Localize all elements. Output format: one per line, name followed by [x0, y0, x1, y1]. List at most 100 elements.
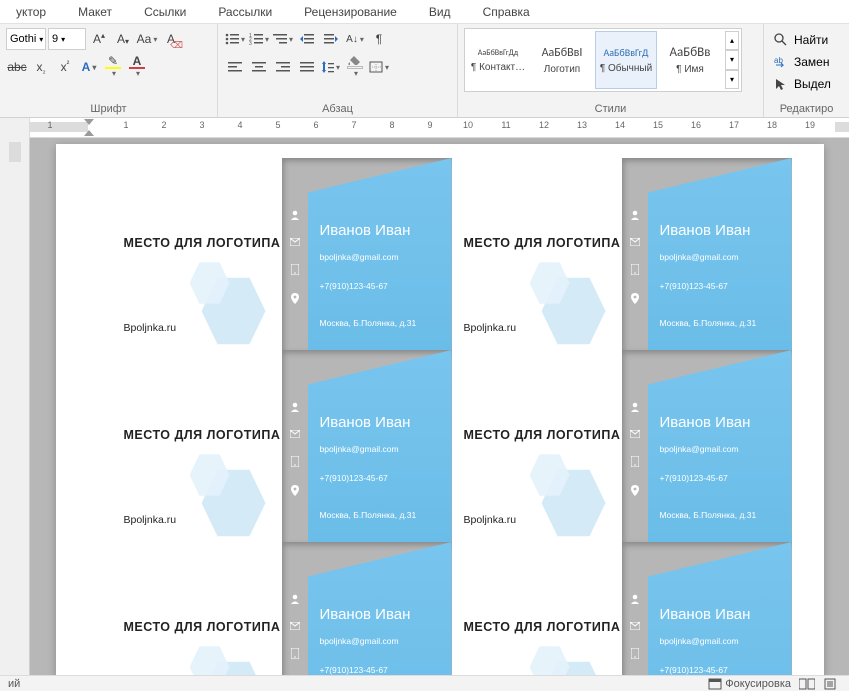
font-name-select[interactable]: Gothi▾ — [6, 28, 46, 50]
pin-icon — [291, 485, 299, 496]
user-icon — [290, 402, 300, 412]
contact-phone: +7(910)123-45-67 — [660, 473, 728, 483]
font-size-select[interactable]: 9▾ — [48, 28, 86, 50]
card-back[interactable]: Иванов Иван bpoljnka@gmail.com +7(910)123-… — [282, 158, 452, 350]
style-item-1[interactable]: АаБбВвІЛоготип — [531, 31, 593, 89]
card-back[interactable]: Иванов Иванbpoljnka@gmail.com+7(910)123-… — [282, 350, 452, 542]
contact-phone: +7(910)123-45-67 — [660, 281, 728, 291]
vertical-ruler[interactable] — [0, 138, 30, 675]
mail-icon — [290, 430, 300, 438]
align-center-button[interactable] — [248, 56, 270, 78]
align-left-button[interactable] — [224, 56, 246, 78]
card-back[interactable]: Иванов Иванbpoljnka@gmail.com+7(910)123-… — [622, 350, 792, 542]
indent-marker-top[interactable] — [84, 119, 94, 125]
contact-email: bpoljnka@gmail.com — [660, 444, 739, 454]
contact-email: bpoljnka@gmail.com — [660, 252, 739, 262]
pin-icon — [631, 293, 639, 304]
card-front[interactable]: МЕСТО ДЛЯ ЛОГОТИПАBpoljnka.ru — [452, 350, 622, 542]
group-editing: Найти abЗамен Выдел Редактиро — [764, 24, 849, 117]
strike-button[interactable]: abc — [6, 56, 28, 78]
pin-icon — [631, 485, 639, 496]
card-front[interactable]: МЕСТО ДЛЯ ЛОГОТИПАBpoljnka.ru — [112, 158, 282, 350]
page[interactable]: МЕСТО ДЛЯ ЛОГОТИПАBpoljnka.ru Иванов Иван… — [56, 144, 824, 675]
find-button[interactable]: Найти — [774, 30, 831, 50]
cards-grid: МЕСТО ДЛЯ ЛОГОТИПАBpoljnka.ru Иванов Иван… — [112, 158, 792, 675]
group-paragraph: 123 A↓ ¶ Абзац — [218, 24, 458, 117]
mail-icon — [290, 622, 300, 630]
contact-name: Иванов Иван — [320, 222, 411, 239]
phone-icon — [291, 648, 299, 659]
bullets-button[interactable] — [224, 28, 246, 50]
phone-icon — [631, 456, 639, 467]
contact-addr: Москва, Б.Полянка, д.31 — [320, 510, 417, 520]
tab-review[interactable]: Рецензирование — [288, 0, 413, 23]
change-case-button[interactable]: Aa — [136, 28, 158, 50]
user-icon — [630, 402, 640, 412]
outdent-button[interactable] — [296, 28, 318, 50]
phone-icon — [631, 648, 639, 659]
contact-email: bpoljnka@gmail.com — [320, 252, 399, 262]
select-button[interactable]: Выдел — [774, 74, 831, 94]
sort-button[interactable]: A↓ — [344, 28, 366, 50]
user-icon — [290, 210, 300, 220]
group-label-font: Шрифт — [6, 101, 211, 115]
mail-icon — [630, 622, 640, 630]
ribbon-tabs: уктор Макет Ссылки Рассылки Рецензирован… — [0, 0, 849, 24]
borders-button[interactable] — [368, 56, 390, 78]
text-effects-button[interactable]: A — [78, 56, 100, 78]
indent-button[interactable] — [320, 28, 342, 50]
style-item-3[interactable]: АаБбВв¶ Имя — [659, 31, 721, 89]
focus-mode-button[interactable]: Фокусировка — [708, 678, 791, 690]
shrink-font-button[interactable]: A▾ — [112, 28, 134, 50]
card-back[interactable]: Иванов Иванbpoljnka@gmail.com+7(910)123-… — [622, 542, 792, 675]
tab-mailings[interactable]: Рассылки — [202, 0, 288, 23]
card-front[interactable]: МЕСТО ДЛЯ ЛОГОТИПАBpoljnka.ru — [112, 350, 282, 542]
tab-layout[interactable]: Макет — [62, 0, 128, 23]
numbering-button[interactable]: 123 — [248, 28, 270, 50]
styles-gallery[interactable]: АаБбВвГгДд¶ Контакт…АаБбВвІЛоготипАаБбВв… — [464, 28, 742, 92]
highlight-button[interactable]: ✎ — [102, 56, 124, 78]
align-right-button[interactable] — [272, 56, 294, 78]
view-read-button[interactable] — [799, 678, 815, 690]
status-bar: ий Фокусировка — [0, 675, 849, 691]
contact-phone: +7(910)123-45-67 — [320, 281, 388, 291]
multilevel-button[interactable] — [272, 28, 294, 50]
tab-links[interactable]: Ссылки — [128, 0, 202, 23]
group-label-styles: Стили — [464, 101, 757, 115]
card-front[interactable]: МЕСТО ДЛЯ ЛОГОТИПАBpoljnka.ru — [112, 542, 282, 675]
tab-help[interactable]: Справка — [467, 0, 546, 23]
contact-name: Иванов Иван — [660, 222, 751, 239]
line-spacing-button[interactable] — [320, 56, 342, 78]
logo-placeholder-text: МЕСТО ДЛЯ ЛОГОТИПА — [124, 620, 281, 634]
card-front[interactable]: МЕСТО ДЛЯ ЛОГОТИПАBpoljnka.ru — [452, 158, 622, 350]
pin-icon — [291, 293, 299, 304]
tab-constructor[interactable]: уктор — [0, 0, 62, 23]
card-pair: МЕСТО ДЛЯ ЛОГОТИПАBpoljnka.ruИванов Иван… — [112, 542, 452, 675]
logo-placeholder-text: МЕСТО ДЛЯ ЛОГОТИПА — [464, 236, 621, 250]
view-print-button[interactable] — [823, 678, 837, 690]
contact-email: bpoljnka@gmail.com — [320, 636, 399, 646]
superscript-button[interactable]: x² — [54, 56, 76, 78]
styles-scroll[interactable]: ▴▾▾ — [725, 31, 739, 89]
clear-formatting-button[interactable]: A⌫ — [160, 28, 182, 50]
card-front[interactable]: МЕСТО ДЛЯ ЛОГОТИПАBpoljnka.ru — [452, 542, 622, 675]
mail-icon — [630, 430, 640, 438]
contact-name: Иванов Иван — [660, 606, 751, 623]
card-back[interactable]: Иванов Иванbpoljnka@gmail.com+7(910)123-… — [282, 542, 452, 675]
show-marks-button[interactable]: ¶ — [368, 28, 390, 50]
justify-button[interactable] — [296, 56, 318, 78]
grow-font-button[interactable]: A▴ — [88, 28, 110, 50]
contact-phone: +7(910)123-45-67 — [320, 473, 388, 483]
subscript-button[interactable]: x₂ — [30, 56, 52, 78]
indent-marker-bottom[interactable] — [84, 130, 94, 136]
style-item-2[interactable]: АаБбВвГгД¶ Обычный — [595, 31, 657, 89]
replace-button[interactable]: abЗамен — [774, 52, 831, 72]
horizontal-ruler[interactable]: 112345678910111213141516171819 — [30, 118, 849, 138]
card-back[interactable]: Иванов Иван bpoljnka@gmail.com +7(910)123-… — [622, 158, 792, 350]
style-item-0[interactable]: АаБбВвГгДд¶ Контакт… — [467, 31, 529, 89]
contact-addr: Москва, Б.Полянка, д.31 — [660, 318, 757, 328]
shading-button[interactable] — [344, 56, 366, 78]
tab-view[interactable]: Вид — [413, 0, 467, 23]
font-color-button[interactable]: A — [126, 56, 148, 78]
user-icon — [630, 594, 640, 604]
